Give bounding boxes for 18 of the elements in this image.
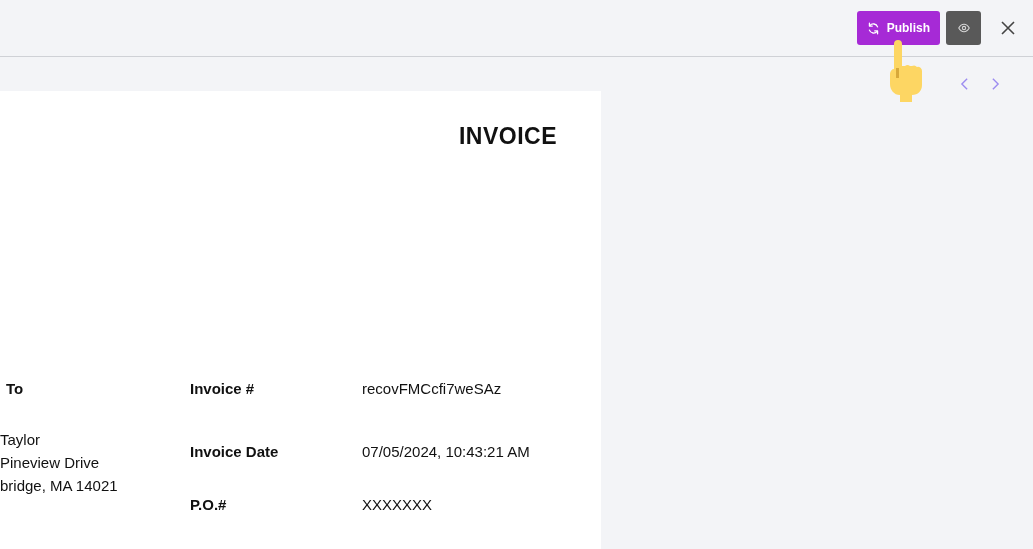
- refresh-icon: [866, 21, 880, 35]
- field-value: recovFMCcfi7weSAz: [362, 380, 503, 397]
- field-label: P.O.#: [190, 495, 228, 515]
- address-line: Pineview Drive: [0, 453, 101, 473]
- close-icon[interactable]: [1001, 21, 1015, 35]
- field-value: 07/05/2024, 10:43:21 AM: [362, 442, 531, 460]
- address-line: Taylor: [0, 430, 41, 450]
- field-value: XXXXXXX: [362, 495, 434, 513]
- preview-button[interactable]: [946, 11, 981, 45]
- address-line: bridge, MA 14021: [0, 476, 119, 496]
- publish-button[interactable]: Publish: [856, 11, 940, 45]
- invoice-title: INVOICE: [457, 122, 558, 150]
- previous-icon[interactable]: [960, 77, 969, 91]
- field-label: Invoice #: [190, 380, 256, 397]
- bill-to-heading: To: [6, 380, 25, 397]
- next-icon[interactable]: [991, 77, 1000, 91]
- field-label: Invoice Date: [190, 442, 280, 462]
- eye-icon: [955, 22, 972, 34]
